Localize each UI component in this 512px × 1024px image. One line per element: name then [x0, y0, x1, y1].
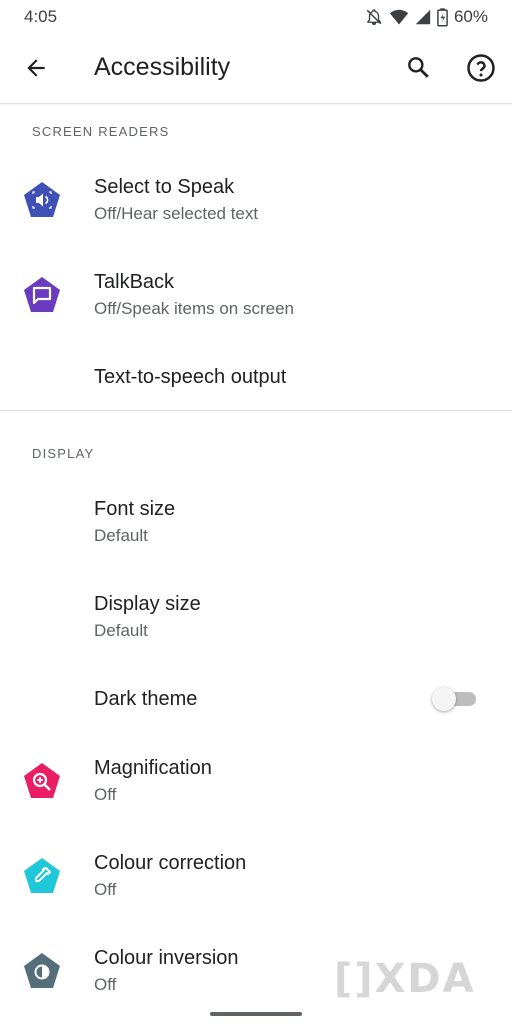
help-button[interactable] [464, 53, 498, 87]
gesture-nav-handle[interactable] [210, 1012, 302, 1016]
select-to-speak-icon [22, 180, 62, 220]
battery-level: 60% [453, 7, 488, 26]
section-header-screen-readers: SCREEN READERS [32, 124, 170, 139]
section-divider [0, 410, 512, 411]
setting-talkback[interactable]: TalkBack Off/Speak items on screen [0, 255, 512, 335]
setting-title: Font size [94, 498, 176, 520]
talkback-icon [22, 275, 62, 315]
setting-summary: Default [94, 621, 148, 640]
setting-display-size[interactable]: Display size Default [0, 577, 512, 657]
setting-title: Magnification [94, 757, 212, 779]
setting-summary: Off/Hear selected text [94, 204, 259, 223]
dark-theme-toggle[interactable] [432, 687, 478, 711]
setting-magnification[interactable]: Magnification Off [0, 741, 512, 821]
search-icon [405, 54, 431, 85]
setting-text-to-speech-output[interactable]: Text-to-speech output [0, 350, 512, 406]
magnification-icon [22, 761, 62, 801]
toggle-thumb [432, 687, 456, 711]
setting-summary: Off [94, 975, 117, 994]
battery-icon [437, 7, 448, 27]
colour-inversion-icon [22, 951, 62, 991]
setting-title: Colour inversion [94, 947, 239, 969]
help-icon [466, 53, 496, 88]
setting-title: TalkBack [94, 271, 175, 293]
setting-select-to-speak[interactable]: Select to Speak Off/Hear selected text [0, 160, 512, 240]
setting-title: Select to Speak [94, 176, 235, 198]
xda-watermark: []XDA [334, 956, 476, 1002]
back-arrow-icon [23, 55, 49, 86]
setting-title: Colour correction [94, 852, 247, 874]
signal-icon [415, 8, 431, 26]
status-time: 4:05 [24, 7, 58, 26]
setting-summary: Off [94, 785, 117, 804]
wifi-icon [389, 8, 409, 26]
back-button[interactable] [20, 54, 52, 86]
setting-font-size[interactable]: Font size Default [0, 482, 512, 562]
section-header-display: DISPLAY [32, 446, 95, 461]
setting-colour-correction[interactable]: Colour correction Off [0, 836, 512, 916]
setting-title: Display size [94, 593, 201, 615]
setting-title: Dark theme [94, 688, 198, 710]
colour-correction-icon [22, 856, 62, 896]
app-bar: Accessibility [0, 34, 512, 104]
status-bar: 4:05 60% [0, 0, 512, 34]
setting-summary: Off/Speak items on screen [94, 299, 295, 318]
setting-title: Text-to-speech output [94, 366, 287, 388]
search-button[interactable] [402, 53, 434, 85]
notifications-off-icon [365, 8, 383, 26]
page-title: Accessibility [94, 53, 231, 81]
setting-summary: Default [94, 526, 148, 545]
setting-summary: Off [94, 880, 117, 899]
status-icons: 60% [365, 7, 488, 27]
